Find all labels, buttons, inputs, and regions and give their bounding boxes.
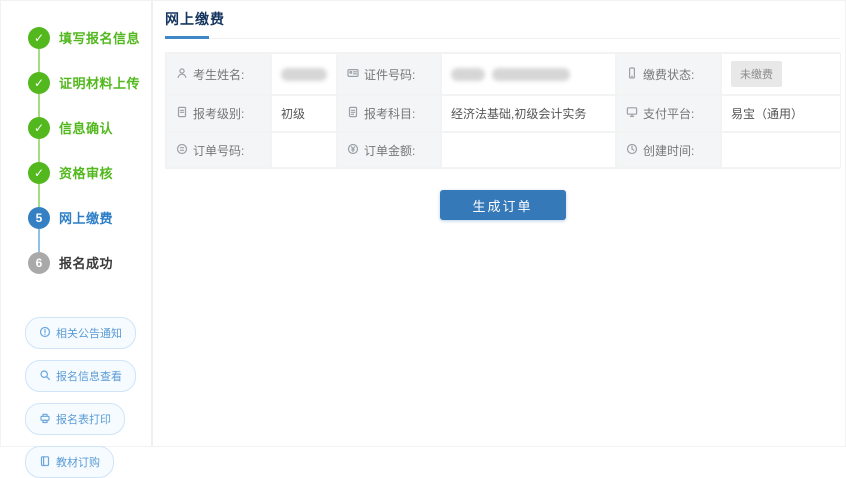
create-time-label: 创建时间: (616, 132, 721, 168)
payment-panel: 网上缴费 考生姓名: 证件号码: 缴费状态: 未缴费 报考级别: 初级 报考科目… (153, 1, 846, 446)
printer-icon (39, 412, 51, 427)
step-label: 网上缴费 (59, 211, 114, 226)
id-number-label: 证件号码: (337, 53, 441, 95)
tab-online-payment[interactable]: 网上缴费 (165, 9, 225, 29)
payment-info-table: 考生姓名: 证件号码: 缴费状态: 未缴费 报考级别: 初级 报考科目: 经济法… (165, 52, 841, 169)
step-upload-materials: ✓ 证明材料上传 (1, 60, 151, 117)
print-registration-form-button[interactable]: 报名表打印 (25, 403, 125, 435)
candidate-name-label: 考生姓名: (166, 53, 271, 95)
registration-stepper: ✓ 填写报名信息 ✓ 证明材料上传 ✓ 信息确认 ✓ 资格审核 5 网上缴费 6… (1, 15, 151, 285)
order-number-value (271, 132, 337, 168)
step-registration-success: 6 报名成功 (1, 240, 151, 285)
quick-link-label: 报名信息查看 (56, 371, 122, 383)
view-registration-info-button[interactable]: 报名信息查看 (25, 360, 136, 392)
button-row: 生成订单 (165, 190, 840, 220)
exam-level-value: 初级 (271, 95, 337, 132)
person-icon (176, 67, 188, 82)
check-icon: ✓ (28, 161, 50, 184)
check-icon: ✓ (28, 71, 50, 94)
quick-links: 相关公告通知 报名信息查看 报名表打印 教材订购 (1, 317, 151, 478)
id-card-icon (347, 67, 359, 82)
level-icon (176, 106, 188, 121)
order-amount-value (441, 132, 616, 168)
step-qualification-review: ✓ 资格审核 (1, 150, 151, 207)
search-icon (39, 369, 51, 384)
candidate-name-value (271, 53, 337, 95)
active-tab-indicator (165, 36, 209, 39)
redacted-name (281, 67, 327, 81)
payment-status-label: 缴费状态: (616, 53, 721, 95)
payment-platform-label: 支付平台: (616, 95, 721, 132)
generate-order-button[interactable]: 生成订单 (439, 190, 566, 220)
payment-status-value: 未缴费 (721, 53, 841, 95)
tab-header: 网上缴费 (165, 9, 840, 39)
step-online-payment: 5 网上缴费 (1, 195, 151, 252)
order-amount-label: 订单金额: (337, 132, 441, 168)
step-label: 证明材料上传 (59, 76, 141, 91)
textbook-order-button[interactable]: 教材订购 (25, 446, 114, 478)
check-icon: ✓ (28, 116, 50, 139)
step-fill-info: ✓ 填写报名信息 (1, 15, 151, 72)
exam-subjects-value: 经济法基础,初级会计实务 (441, 95, 616, 132)
exam-level-label: 报考级别: (166, 95, 271, 132)
sidebar: ✓ 填写报名信息 ✓ 证明材料上传 ✓ 信息确认 ✓ 资格审核 5 网上缴费 6… (1, 1, 153, 478)
order-number-label: 订单号码: (166, 132, 271, 168)
platform-icon (626, 106, 638, 121)
step-number-badge: 6 (28, 251, 50, 274)
payment-status-icon (626, 66, 638, 82)
order-amount-icon (347, 143, 359, 158)
book-icon (39, 455, 51, 470)
step-confirm-info: ✓ 信息确认 (1, 105, 151, 162)
id-number-value (441, 53, 616, 95)
redacted-id-part (492, 67, 570, 81)
order-number-icon (176, 143, 188, 158)
payment-platform-value: 易宝（通用） (721, 95, 841, 132)
unpaid-status-badge: 未缴费 (731, 61, 782, 87)
quick-link-label: 报名表打印 (56, 414, 111, 426)
exam-subjects-label: 报考科目: (337, 95, 441, 132)
step-label: 资格审核 (59, 166, 114, 181)
create-time-icon (626, 143, 638, 158)
redacted-id-part (451, 67, 485, 81)
quick-link-label: 相关公告通知 (56, 328, 122, 340)
announcements-button[interactable]: 相关公告通知 (25, 317, 136, 349)
step-number-badge: 5 (28, 206, 50, 229)
step-label: 报名成功 (59, 256, 114, 271)
step-label: 填写报名信息 (59, 31, 141, 46)
step-label: 信息确认 (59, 121, 114, 136)
create-time-value (721, 132, 841, 168)
subject-icon (347, 106, 359, 121)
announcement-icon (39, 326, 51, 341)
quick-link-label: 教材订购 (56, 457, 100, 469)
check-icon: ✓ (28, 26, 50, 49)
